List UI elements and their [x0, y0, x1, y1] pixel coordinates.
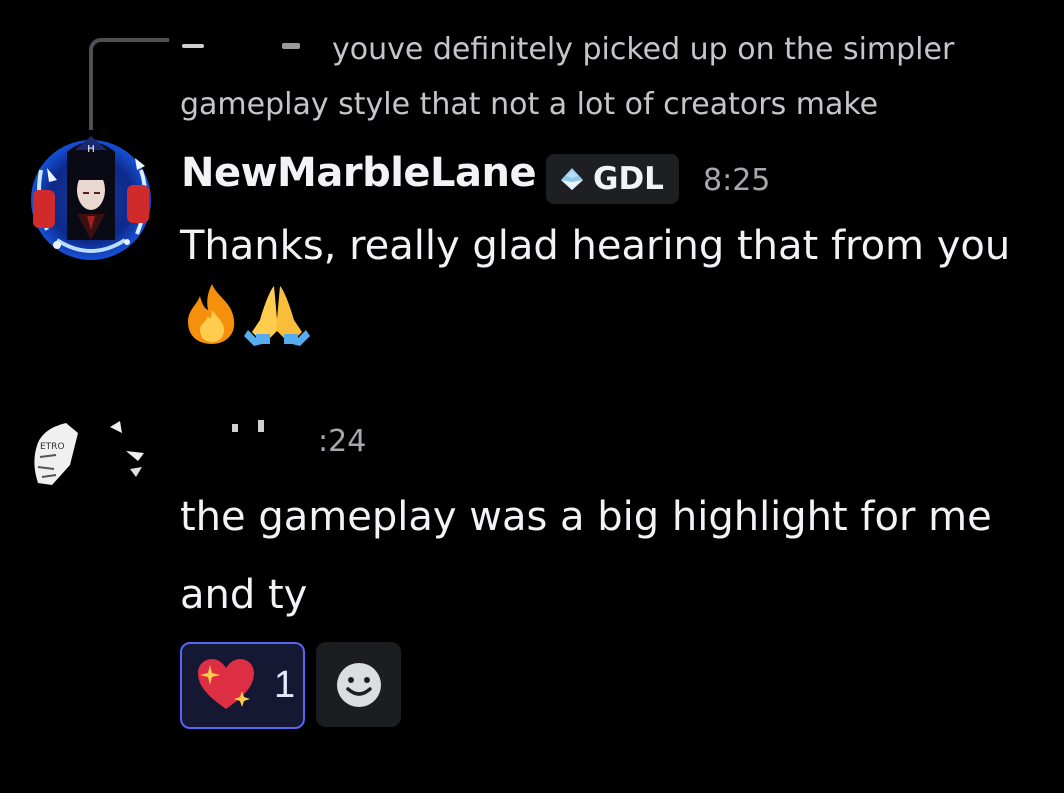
add-reaction-button[interactable]: [316, 642, 401, 727]
reaction-count: 1: [274, 664, 296, 706]
avatar[interactable]: ETRO: [26, 405, 154, 530]
avatar[interactable]: H: [27, 130, 155, 266]
reaction-button[interactable]: 1: [180, 642, 305, 729]
folded-hands-emoji: [244, 286, 310, 346]
reply-connector: [89, 38, 169, 130]
server-tag-badge[interactable]: GDL: [546, 154, 679, 204]
sparkling-heart-emoji: [198, 658, 254, 709]
emoji-row: [180, 280, 310, 350]
svg-text:H: H: [87, 144, 95, 155]
diamond-icon: [561, 168, 583, 190]
username[interactable]: NewMarbleLane: [181, 150, 537, 196]
reply-author-redaction: [178, 26, 318, 60]
svg-text:ETRO: ETRO: [40, 442, 65, 452]
timestamp[interactable]: :24: [318, 424, 390, 458]
server-tag-label: GDL: [593, 161, 664, 197]
fire-emoji: [188, 284, 235, 344]
message-text: the gameplay was a big highlight for me …: [180, 494, 992, 618]
smiley-add-reaction-icon: [336, 662, 381, 707]
timestamp[interactable]: 8:25: [703, 163, 770, 198]
message-text: Thanks, really glad hearing that from yo…: [180, 223, 1011, 269]
